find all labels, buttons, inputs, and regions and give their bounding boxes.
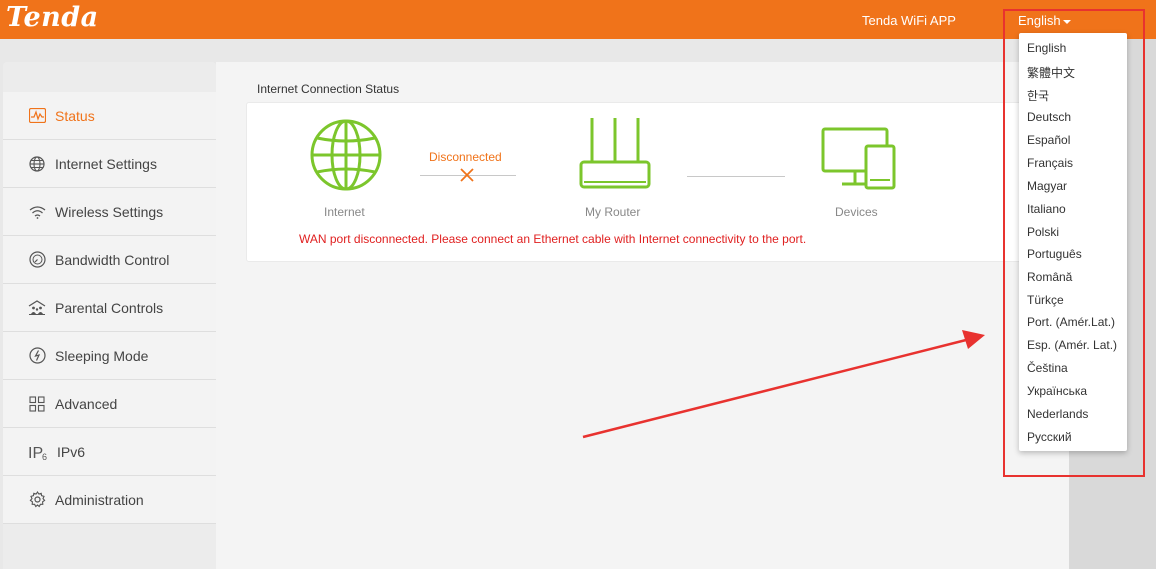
sidebar-item-ipv6[interactable]: IP 6 IPv6: [3, 428, 216, 476]
sidebar-item-label: IPv6: [57, 443, 86, 460]
devices-label: Devices: [835, 205, 878, 219]
power-lightning-icon: [28, 347, 46, 365]
internet-globe-icon: [310, 119, 382, 191]
sidebar-item-wireless-settings[interactable]: Wireless Settings: [3, 188, 216, 236]
svg-text:IP: IP: [28, 445, 43, 461]
sidebar-item-parental-controls[interactable]: Parental Controls: [3, 284, 216, 332]
sidebar-item-status[interactable]: Status: [3, 92, 216, 140]
sidebar-item-sleeping-mode[interactable]: Sleeping Mode: [3, 332, 216, 380]
sidebar-item-administration[interactable]: Administration: [3, 476, 216, 524]
sidebar-item-bandwidth-control[interactable]: Bandwidth Control: [3, 236, 216, 284]
devices-icon: [821, 127, 896, 190]
disconnected-x-icon: [460, 168, 474, 182]
annotation-arrow-icon: [582, 330, 985, 439]
gear-icon: [28, 491, 46, 509]
annotation-highlight-box: [1003, 9, 1145, 477]
sidebar-item-label: Wireless Settings: [55, 203, 164, 220]
status-monitor-icon: [28, 107, 46, 125]
sidebar-item-internet-settings[interactable]: Internet Settings: [3, 140, 216, 188]
tenda-logo: Tenda: [6, 2, 99, 33]
sidebar-item-label: Status: [55, 107, 95, 124]
sidebar-item-label: Advanced: [55, 395, 118, 412]
svg-text:6: 6: [42, 452, 47, 461]
wifi-icon: [28, 203, 46, 221]
grid-icon: [28, 395, 46, 413]
sidebar-item-advanced[interactable]: Advanced: [3, 380, 216, 428]
router-label: My Router: [585, 205, 641, 219]
sidebar-item-label: Sleeping Mode: [55, 347, 149, 364]
internet-label: Internet: [324, 205, 365, 219]
sidebar-item-label: Internet Settings: [55, 155, 157, 172]
sidebar-item-label: Bandwidth Control: [55, 251, 170, 268]
sidebar: Status Internet Settings Wireless Settin…: [3, 62, 216, 569]
router-icon: [579, 118, 651, 189]
globe-icon: [28, 155, 46, 173]
sidebar-item-label: Parental Controls: [55, 299, 164, 316]
router-devices-link-line: [687, 176, 785, 177]
connection-status-text: Disconnected: [429, 150, 502, 164]
gauge-icon: [28, 251, 46, 269]
family-house-icon: [28, 299, 46, 317]
sidebar-item-label: Administration: [55, 491, 144, 508]
top-bar: Tenda Tenda WiFi APP English: [0, 0, 1156, 39]
ipv6-icon: IP 6: [28, 443, 48, 461]
wan-warning-message: WAN port disconnected. Please connect an…: [299, 232, 807, 246]
section-title: Internet Connection Status: [257, 82, 400, 96]
wifi-app-link[interactable]: Tenda WiFi APP: [862, 13, 956, 28]
